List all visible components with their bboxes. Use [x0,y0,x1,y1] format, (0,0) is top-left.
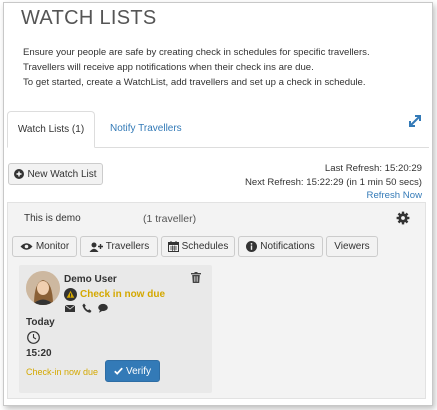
checkin-status: Check in now due [80,289,166,300]
tab-notify-travellers[interactable]: Notify Travellers [110,123,182,134]
new-watch-list-label: New Watch List [27,168,97,180]
watch-lists-window: WATCH LISTS Ensure your people are safe … [3,2,433,406]
verify-label: Verify [125,365,151,377]
add-user-icon [89,242,103,252]
schedules-label: Schedules [181,241,229,252]
travellers-label: Travellers [105,241,150,252]
check-icon [114,367,123,375]
travellers-button[interactable]: Travellers [80,236,158,257]
gear-icon[interactable] [396,211,410,225]
monitor-label: Monitor [35,241,70,252]
traveller-name: Demo User [64,274,117,285]
description-line-3: To get started, create a WatchList, add … [23,77,366,88]
viewers-button[interactable]: Viewers [326,236,378,257]
eye-icon [20,243,33,250]
expand-icon[interactable] [407,113,423,129]
notifications-label: Notifications [260,241,315,252]
notifications-button[interactable]: Notifications [238,236,323,257]
clock-icon [27,331,40,344]
checkin-time: 15:20 [26,348,52,359]
schedules-button[interactable]: Schedules [161,236,235,257]
watchlist-count: (1 traveller) [143,213,197,225]
description-line-1: Ensure your people are safe by creating … [23,47,370,58]
info-icon [246,241,258,252]
verify-button[interactable]: Verify [105,360,160,382]
refresh-now-link[interactable]: Refresh Now [367,190,422,201]
watchlist-name: This is demo [24,213,81,224]
next-refresh: Next Refresh: 15:22:29 (in 1 min 50 secs… [244,177,422,188]
description-line-2: Travellers will receive app notification… [23,62,314,73]
monitor-button[interactable]: Monitor [12,236,77,257]
warning-icon [64,288,77,301]
checkin-day: Today [26,317,55,328]
avatar [26,271,60,305]
new-watch-list-button[interactable]: New Watch List [8,163,103,185]
phone-icon[interactable] [82,303,92,313]
chat-icon[interactable] [98,303,108,313]
last-refresh: Last Refresh: 15:20:29 [324,163,422,174]
tab-watch-lists[interactable]: Watch Lists (1) [7,111,95,148]
viewers-label: Viewers [334,241,370,252]
calendar-icon [167,241,179,252]
plus-circle-icon [14,169,25,179]
email-icon[interactable] [65,303,75,313]
page-title: WATCH LISTS [21,7,157,29]
tab-bar: Watch Lists (1) Notify Travellers [7,111,429,148]
checkin-due-footer: Check-in now due [26,367,99,377]
trash-icon[interactable] [191,272,201,283]
